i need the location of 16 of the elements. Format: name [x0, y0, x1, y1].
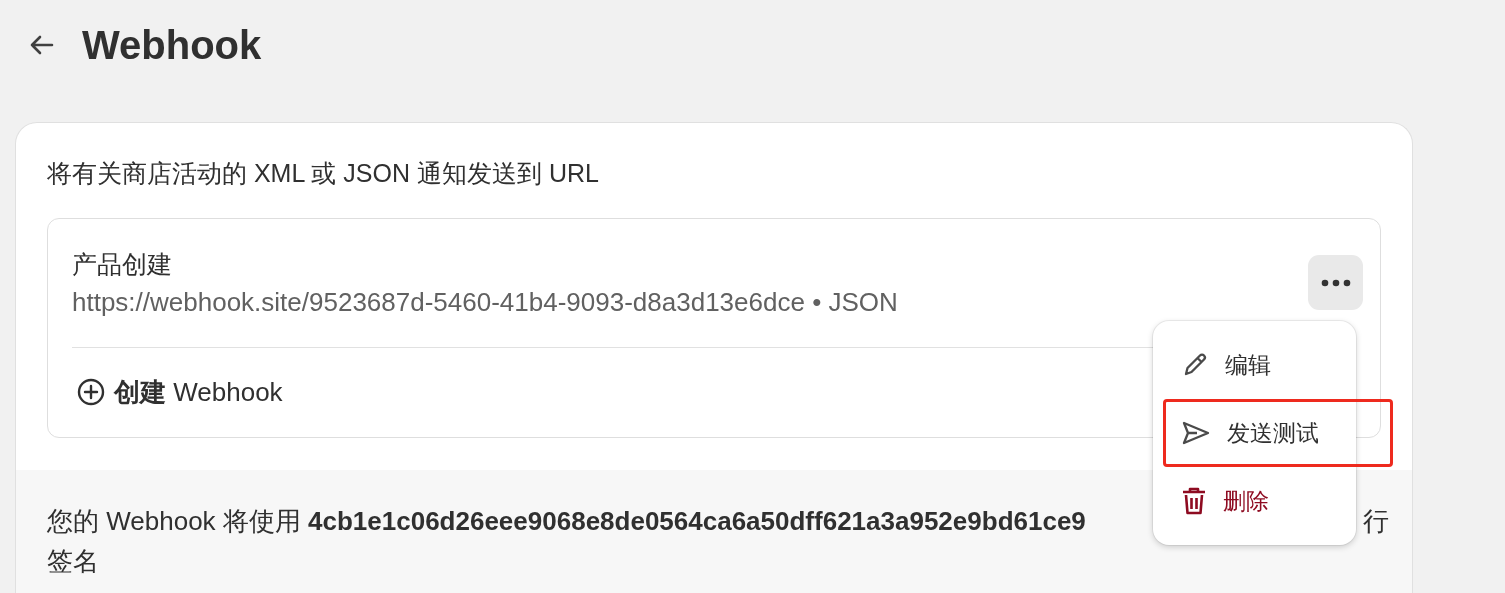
footer-text-fragment: 行 [1363, 505, 1389, 538]
signing-key-text: 您的 Webhook 将使用 4cb1e1c06d26eee9068e8de0564ca6a50dff621a3a952e9bd61ce9 [47, 505, 1086, 538]
send-icon [1181, 420, 1211, 446]
card-description: 将有关商店活动的 XML 或 JSON 通知发送到 URL [46, 158, 600, 189]
webhook-url: https://webhook.site/9523687d-5460-41b4-9093-d8a3d13e6dce • JSON [72, 286, 899, 319]
footer-text-fragment: 签名 [47, 546, 99, 576]
more-actions-button[interactable] [1308, 255, 1363, 310]
trash-icon [1181, 486, 1207, 516]
webhook-name: 产品创建 [72, 249, 173, 280]
plus-circle-icon [76, 377, 106, 407]
ellipsis-icon [1320, 278, 1351, 287]
menu-item[interactable]: 发送测试 [1163, 399, 1393, 467]
menu-item[interactable]: 删除 [1153, 467, 1356, 535]
create-webhook-button[interactable]: 创建 Webhook [72, 348, 283, 409]
page-title: Webhook [82, 22, 262, 69]
menu-item[interactable]: 编辑 [1153, 331, 1356, 399]
